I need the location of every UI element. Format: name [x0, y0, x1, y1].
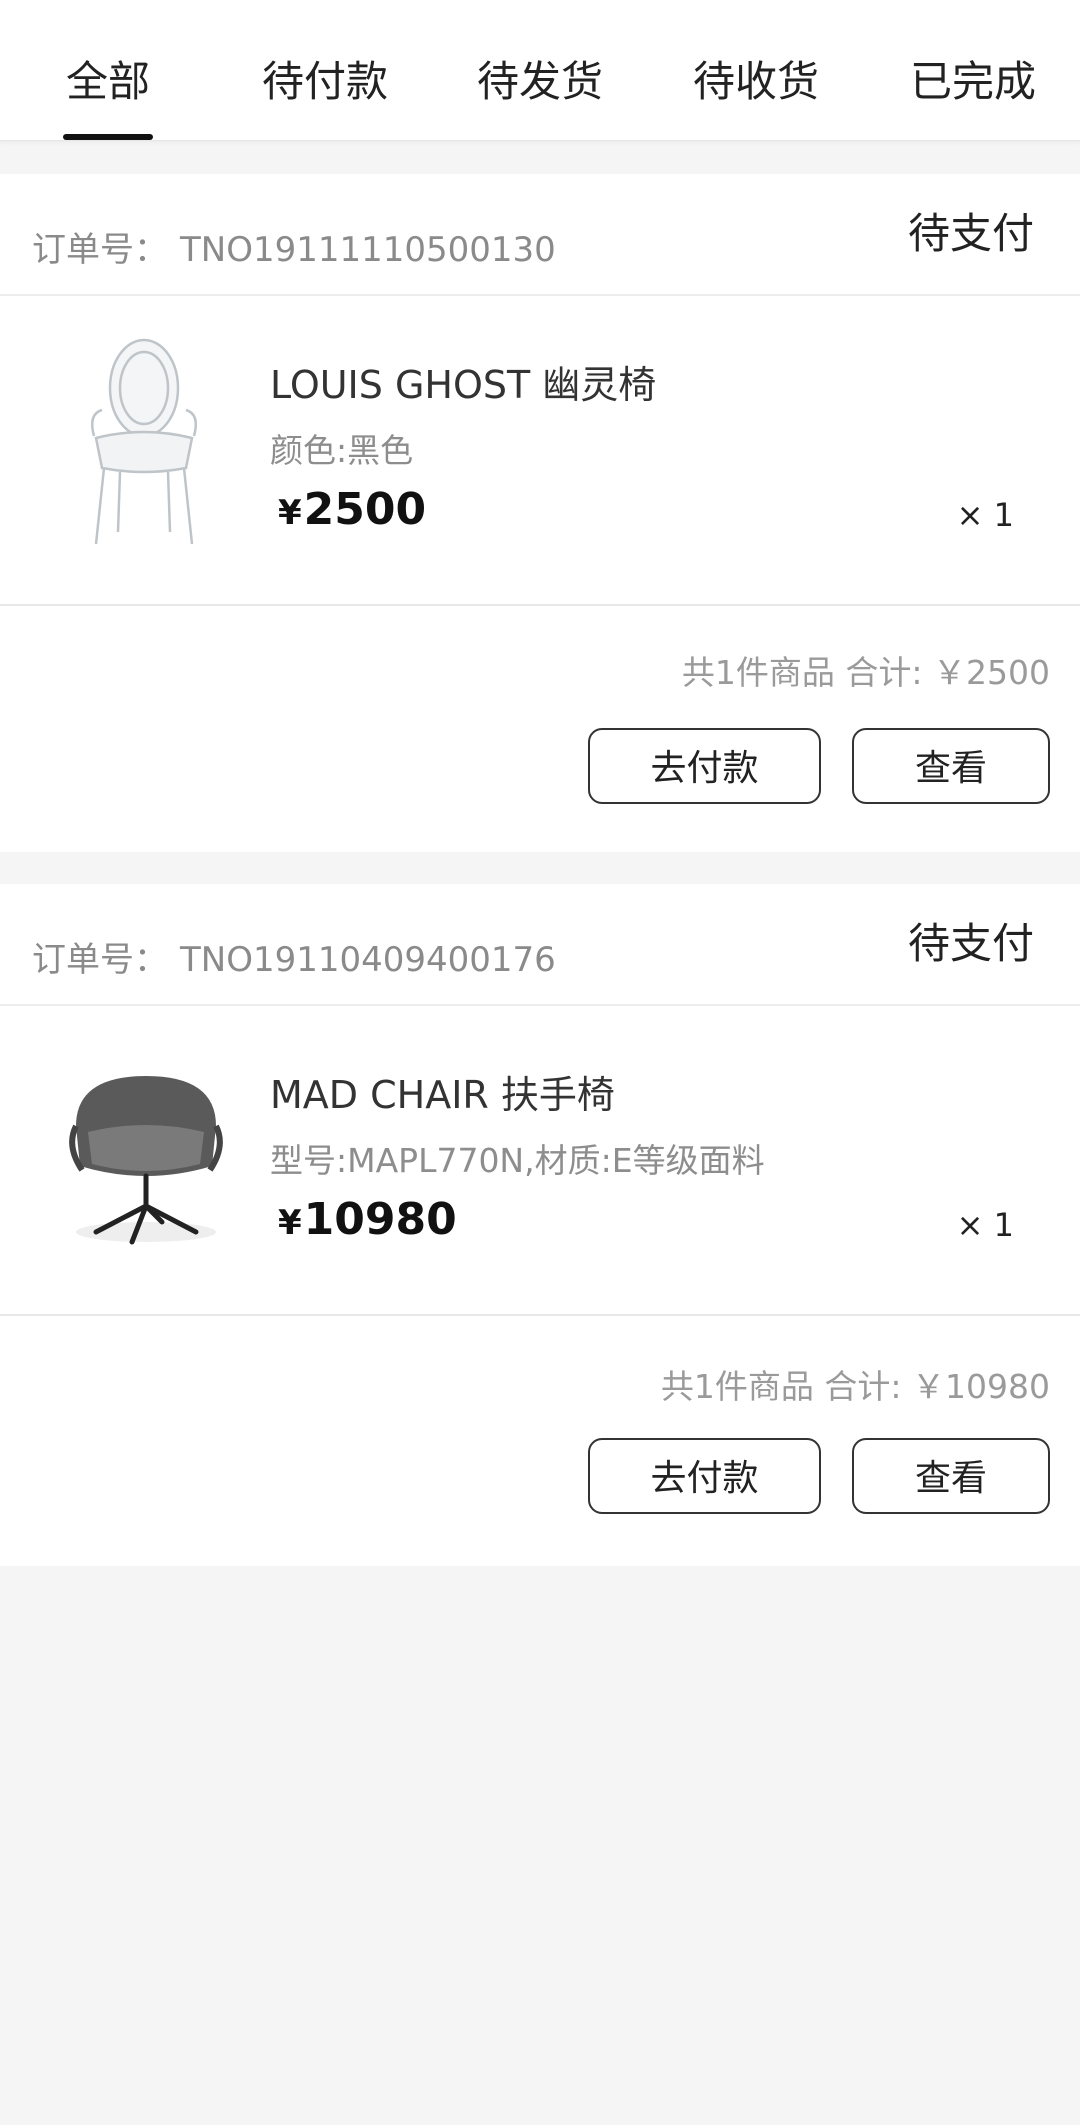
order-status: 待支付 — [907, 209, 1034, 258]
order-header: 订单号： TNO19111110500130 待支付 — [0, 174, 1080, 296]
order-item[interactable]: MAD CHAIR 扶手椅 型号:MAPL770N,材质:E等级面料 ¥1098… — [0, 1006, 1080, 1316]
order-number: 订单号： TNO19110409400176 — [32, 932, 556, 981]
order-status-tabs: 全部 待付款 待发货 待收货 已完成 — [0, 0, 1080, 141]
order-card: 订单号： TNO19110409400176 待支付 MAD CHAIR 扶手椅 — [0, 884, 1080, 1566]
view-button[interactable]: 查看 — [852, 728, 1050, 804]
product-price: ¥2500 — [278, 484, 426, 535]
order-summary: 共1件商品 合计: ￥10980 — [660, 1367, 1050, 1406]
view-button[interactable]: 查看 — [852, 1438, 1050, 1514]
tab-pending-shipment[interactable]: 待发货 — [477, 52, 603, 112]
ghost-chair-image — [36, 326, 256, 556]
product-quantity: × 1 — [956, 496, 1014, 534]
order-summary: 共1件商品 合计: ￥2500 — [681, 653, 1050, 692]
product-name: LOUIS GHOST 幽灵椅 — [270, 363, 657, 407]
product-spec: 型号:MAPL770N,材质:E等级面料 — [270, 1141, 765, 1180]
tab-pending-payment[interactable]: 待付款 — [262, 52, 388, 112]
product-spec: 颜色:黑色 — [270, 431, 414, 470]
product-price: ¥10980 — [278, 1194, 457, 1245]
tab-completed[interactable]: 已完成 — [910, 52, 1036, 112]
order-number-value: TNO19110409400176 — [180, 940, 556, 980]
pay-button[interactable]: 去付款 — [588, 1438, 821, 1514]
currency-symbol: ¥ — [278, 1203, 302, 1243]
price-value: 2500 — [303, 484, 427, 535]
product-quantity: × 1 — [956, 1206, 1014, 1244]
tab-all[interactable]: 全部 — [66, 52, 150, 112]
tab-pending-receipt[interactable]: 待收货 — [693, 52, 819, 112]
order-number-label: 订单号： — [32, 230, 168, 270]
order-number: 订单号： TNO19111110500130 — [32, 222, 556, 271]
order-status: 待支付 — [907, 919, 1034, 968]
price-value: 10980 — [303, 1194, 457, 1245]
order-number-value: TNO19111110500130 — [180, 230, 556, 270]
order-number-label: 订单号： — [32, 940, 168, 980]
order-item[interactable]: LOUIS GHOST 幽灵椅 颜色:黑色 ¥2500 × 1 — [0, 296, 1080, 606]
order-header: 订单号： TNO19110409400176 待支付 — [0, 884, 1080, 1006]
order-card: 订单号： TNO19111110500130 待支付 LOUIS GHOST 幽灵 — [0, 174, 1080, 852]
product-name: MAD CHAIR 扶手椅 — [270, 1073, 615, 1117]
armchair-image — [36, 1036, 256, 1266]
active-tab-indicator — [63, 134, 153, 140]
pay-button[interactable]: 去付款 — [588, 728, 821, 804]
currency-symbol: ¥ — [278, 493, 302, 533]
